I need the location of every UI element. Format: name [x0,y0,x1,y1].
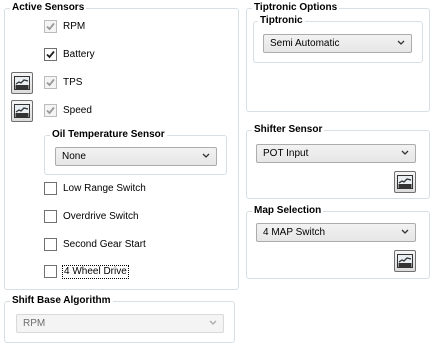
checkbox-box[interactable] [44,48,57,61]
checkbox-label: 4 Wheel Drive [62,264,129,279]
oil-temperature-title: Oil Temperature Sensor [50,129,167,141]
chart-icon [397,175,413,189]
chart-icon [14,104,30,118]
map-selection-select[interactable]: 4 MAP Switch [256,223,416,242]
chevron-down-icon [397,40,405,45]
checkbox-second-gear-start[interactable]: Second Gear Start [44,238,146,251]
oil-temperature-select[interactable]: None [55,147,217,166]
checkbox-4-wheel-drive[interactable]: 4 Wheel Drive [44,264,129,279]
checkmark-icon [46,22,55,31]
checkbox-box[interactable] [44,104,57,117]
checkbox-battery[interactable]: Battery [44,48,95,61]
checkbox-box[interactable] [44,238,57,251]
checkbox-label: Battery [63,48,95,60]
checkbox-speed[interactable]: Speed [44,104,92,117]
checkbox-overdrive-switch[interactable]: Overdrive Switch [44,210,139,223]
tiptronic-options-title: Tiptronic Options [252,2,340,14]
checkbox-box[interactable] [44,210,57,223]
select-value: RPM [23,318,46,329]
checkbox-tps[interactable]: TPS [44,76,82,89]
select-value: 4 MAP Switch [263,227,326,238]
chart-icon [14,76,30,90]
map-selection-title: Map Selection [252,205,324,217]
chevron-down-icon [202,153,210,158]
tiptronic-select[interactable]: Semi Automatic [263,34,412,53]
checkbox-label: Speed [63,104,92,116]
select-value: None [62,151,86,162]
checkbox-box[interactable] [44,265,57,278]
chevron-down-icon [209,320,217,325]
speed-graph-button[interactable] [11,100,33,122]
shifter-sensor-graph-button[interactable] [394,171,416,193]
tps-graph-button[interactable] [11,72,33,94]
select-value: POT Input [263,148,309,159]
checkbox-box[interactable] [44,76,57,89]
checkbox-label: Low Range Switch [63,182,146,194]
chart-icon [397,254,413,268]
shift-base-select[interactable]: RPM [16,314,224,333]
checkbox-rpm[interactable]: RPM [44,20,85,33]
checkbox-box[interactable] [44,182,57,195]
map-selection-graph-button[interactable] [394,250,416,272]
checkbox-label: Overdrive Switch [63,210,139,222]
checkbox-label: RPM [63,20,86,32]
checkmark-icon [46,50,55,59]
shifter-sensor-title: Shifter Sensor [252,124,325,136]
checkmark-icon [46,78,55,87]
tiptronic-title: Tiptronic [258,15,305,27]
checkbox-low-range-switch[interactable]: Low Range Switch [44,182,146,195]
shift-base-title: Shift Base Algorithm [10,295,113,307]
select-value: Semi Automatic [270,38,340,49]
active-sensors-title: Active Sensors [10,2,87,14]
checkbox-label: TPS [63,76,83,88]
checkbox-box[interactable] [44,20,57,33]
chevron-down-icon [401,150,409,155]
shifter-sensor-select[interactable]: POT Input [256,144,416,163]
chevron-down-icon [401,229,409,234]
checkmark-icon [46,106,55,115]
checkbox-label: Second Gear Start [63,238,146,250]
